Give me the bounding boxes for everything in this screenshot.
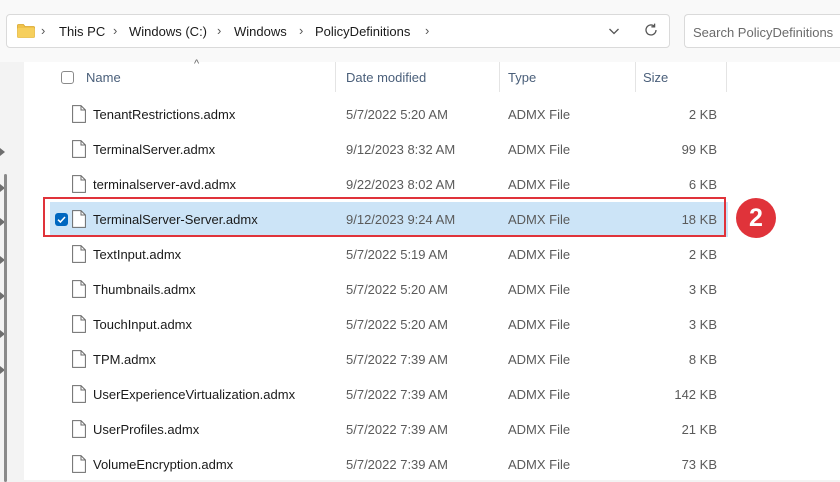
file-type: ADMX File [508, 317, 571, 332]
select-all-checkbox[interactable] [61, 71, 74, 84]
file-name[interactable]: UserProfiles.admx [93, 422, 199, 438]
file-size: 73 KB [681, 457, 717, 472]
file-name[interactable]: TouchInput.admx [93, 317, 192, 333]
file-name[interactable]: TenantRestrictions.admx [93, 107, 235, 123]
file-name[interactable]: UserExperienceVirtualization.admx [93, 387, 295, 403]
file-icon [72, 385, 86, 403]
file-icon [72, 420, 86, 438]
column-divider[interactable] [635, 62, 636, 92]
file-row[interactable]: UserProfiles.admx 5/7/2022 7:39 AM ADMX Fi… [24, 412, 840, 447]
file-type: ADMX File [508, 457, 571, 472]
file-icon [72, 175, 86, 193]
file-date-modified: 5/7/2022 5:20 AM [346, 282, 448, 297]
column-header-type[interactable]: Type [508, 70, 536, 86]
file-date-modified: 5/7/2022 5:19 AM [346, 247, 448, 262]
breadcrumb-windows-c[interactable]: Windows (C:) [129, 24, 207, 40]
file-type: ADMX File [508, 352, 571, 367]
file-date-modified: 5/7/2022 5:20 AM [346, 317, 448, 332]
file-date-modified: 9/22/2023 8:02 AM [346, 177, 456, 192]
column-header-size[interactable]: Size [643, 70, 668, 86]
file-row[interactable]: TerminalServer.admx 9/12/2023 8:32 AM ADMX… [24, 132, 840, 167]
file-name[interactable]: terminalserver-avd.admx [93, 177, 236, 193]
file-row[interactable]: Thumbnails.admx 5/7/2022 5:20 AM ADMX File… [24, 272, 840, 307]
file-size: 21 KB [681, 422, 717, 437]
column-header-date[interactable]: Date modified [346, 70, 426, 86]
file-name[interactable]: TextInput.admx [93, 247, 181, 263]
navigation-pane [0, 62, 24, 482]
file-row[interactable]: TPM.admx 5/7/2022 7:39 AM ADMX File 8 KB [24, 342, 840, 377]
file-type: ADMX File [508, 387, 571, 402]
step-number-badge: 2 [736, 198, 776, 238]
file-size: 3 KB [688, 282, 717, 297]
file-date-modified: 5/7/2022 7:39 AM [346, 352, 448, 367]
selection-highlight-frame [43, 197, 726, 237]
chevron-right-icon[interactable]: › [217, 24, 229, 38]
file-type: ADMX File [508, 142, 571, 157]
column-header-name[interactable]: Name [86, 70, 121, 86]
file-type: ADMX File [508, 282, 571, 297]
file-size: 99 KB [681, 142, 717, 157]
file-row[interactable]: TenantRestrictions.admx 5/7/2022 5:20 AM A… [24, 97, 840, 132]
breadcrumb-windows[interactable]: Windows [234, 24, 287, 40]
file-icon [72, 245, 86, 263]
file-icon [72, 350, 86, 368]
file-name[interactable]: TPM.admx [93, 352, 156, 368]
file-type: ADMX File [508, 247, 571, 262]
navigation-scrollbar[interactable] [4, 174, 7, 482]
folder-icon [17, 24, 35, 38]
chevron-right-icon[interactable]: › [41, 24, 53, 38]
file-icon [72, 280, 86, 298]
file-name[interactable]: Thumbnails.admx [93, 282, 196, 298]
file-type: ADMX File [508, 177, 571, 192]
file-icon [72, 105, 86, 123]
file-date-modified: 5/7/2022 7:39 AM [346, 457, 448, 472]
file-size: 142 KB [674, 387, 717, 402]
file-list: ^ Name Date modified Type Size TenantRes… [24, 58, 840, 482]
address-bar[interactable]: › This PC › Windows (C:) › Windows › Pol… [6, 14, 670, 48]
breadcrumb-this-pc[interactable]: This PC [59, 24, 105, 40]
search-box[interactable] [684, 14, 840, 48]
file-size: 2 KB [688, 107, 717, 122]
file-size: 6 KB [688, 177, 717, 192]
file-icon [72, 140, 86, 158]
column-divider[interactable] [335, 62, 336, 92]
breadcrumb-policydefinitions[interactable]: PolicyDefinitions [315, 24, 410, 40]
file-name[interactable]: VolumeEncryption.admx [93, 457, 233, 473]
address-bar-region: › This PC › Windows (C:) › Windows › Pol… [0, 0, 840, 63]
file-icon [72, 455, 86, 473]
file-type: ADMX File [508, 422, 571, 437]
file-date-modified: 5/7/2022 7:39 AM [346, 422, 448, 437]
file-size: 2 KB [688, 247, 717, 262]
file-row[interactable]: TouchInput.admx 5/7/2022 5:20 AM ADMX File… [24, 307, 840, 342]
column-divider[interactable] [499, 62, 500, 92]
file-date-modified: 5/7/2022 5:20 AM [346, 107, 448, 122]
chevron-right-icon[interactable]: › [299, 24, 311, 38]
expand-arrow-icon[interactable] [0, 148, 5, 156]
search-input[interactable] [693, 23, 839, 41]
column-divider[interactable] [726, 62, 727, 92]
sort-ascending-icon: ^ [194, 58, 200, 70]
column-header-row: ^ Name Date modified Type Size [24, 58, 840, 94]
file-row[interactable]: TextInput.admx 5/7/2022 5:19 AM ADMX File 2… [24, 237, 840, 272]
file-icon [72, 315, 86, 333]
chevron-down-icon[interactable] [607, 24, 621, 38]
file-row[interactable]: UserExperienceVirtualization.admx 5/7/202… [24, 377, 840, 412]
chevron-right-icon[interactable]: › [113, 24, 125, 38]
chevron-right-icon[interactable]: › [425, 24, 437, 38]
file-name[interactable]: TerminalServer.admx [93, 142, 215, 158]
file-date-modified: 9/12/2023 8:32 AM [346, 142, 456, 157]
file-type: ADMX File [508, 107, 571, 122]
file-size: 8 KB [688, 352, 717, 367]
refresh-icon[interactable] [643, 22, 659, 38]
file-row[interactable]: VolumeEncryption.admx 5/7/2022 7:39 AM ADM… [24, 447, 840, 482]
file-date-modified: 5/7/2022 7:39 AM [346, 387, 448, 402]
file-size: 3 KB [688, 317, 717, 332]
